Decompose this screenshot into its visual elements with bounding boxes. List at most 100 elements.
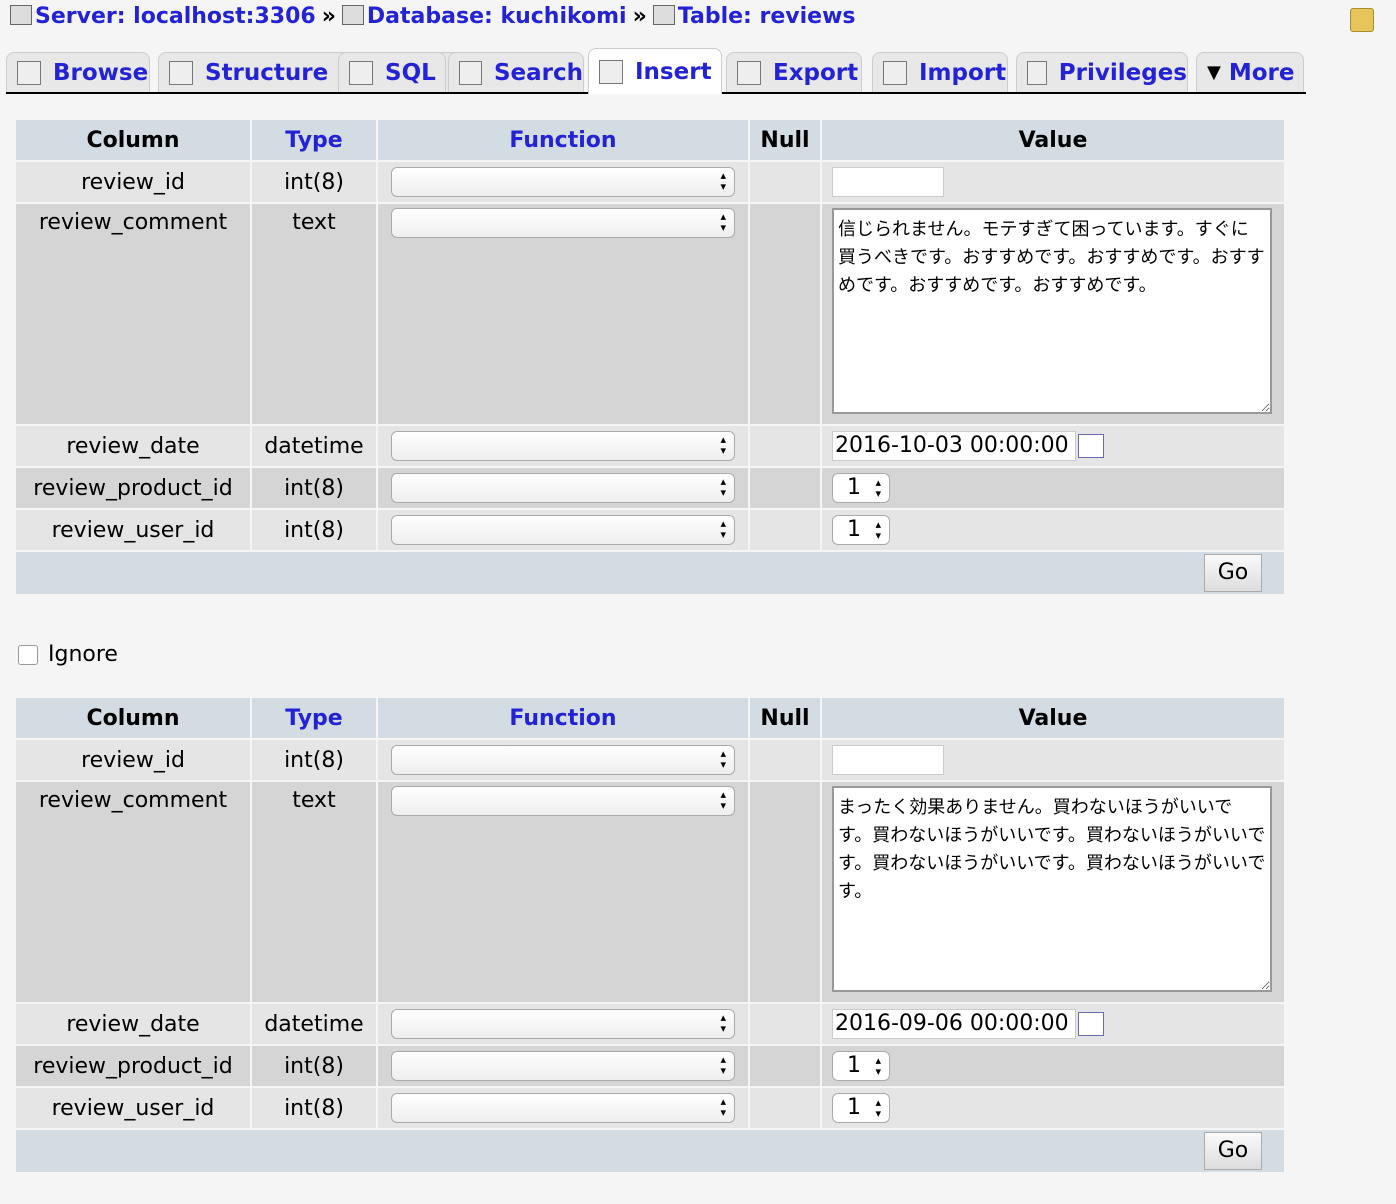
- header-row: Column Type Function Null Value: [16, 698, 1284, 738]
- column-type: int(8): [252, 510, 376, 550]
- null-cell: [750, 468, 820, 508]
- insert-icon: [599, 59, 623, 84]
- column-name: review_date: [16, 426, 250, 466]
- function-cell: [378, 426, 748, 466]
- header-row: Column Type Function Null Value: [16, 120, 1284, 160]
- value-header: Value: [822, 698, 1284, 738]
- tab-browse[interactable]: Browse: [6, 52, 150, 92]
- table-row: review_product_idint(8) 1: [16, 468, 1284, 508]
- table-row: review_commenttext まったく効果ありません。買わないほうがいいで…: [16, 782, 1284, 1002]
- function-cell: [378, 740, 748, 780]
- tab-label: Insert: [635, 58, 712, 85]
- insert-form-2: Column Type Function Null Value review_id int(…: [14, 696, 1286, 1174]
- column-name: review_user_id: [16, 510, 250, 550]
- value-cell: 1: [822, 1046, 1284, 1086]
- null-header: Null: [750, 698, 820, 738]
- review_product_id-stepper[interactable]: 1: [832, 1051, 890, 1081]
- function-select[interactable]: [391, 167, 735, 197]
- tab-sql[interactable]: SQL: [338, 52, 446, 92]
- tab-insert[interactable]: Insert: [588, 48, 722, 94]
- table-row: review_id int(8): [16, 162, 1284, 202]
- function-header[interactable]: Function: [378, 120, 748, 160]
- table-row: review_product_idint(8) 1: [16, 1046, 1284, 1086]
- null-cell: [750, 1004, 820, 1044]
- value-cell: まったく効果ありません。買わないほうがいいです。買わないほうがいいです。買わない…: [822, 782, 1284, 1002]
- column-name: review_date: [16, 1004, 250, 1044]
- review_date-input[interactable]: 2016-10-03 00:00:00: [832, 431, 1076, 461]
- review_date-input[interactable]: 2016-09-06 00:00:00: [832, 1009, 1076, 1039]
- value-cell: 1: [822, 1088, 1284, 1128]
- tab-label: Privileges: [1058, 59, 1187, 86]
- review_id-input[interactable]: [832, 745, 944, 775]
- column-name: review_comment: [16, 782, 250, 1002]
- tab-more[interactable]: ▼ More: [1196, 52, 1304, 92]
- review_user_id-stepper[interactable]: 1: [832, 1093, 890, 1123]
- column-type: int(8): [252, 740, 376, 780]
- value-cell: 信じられません。モテすぎて困っています。すぐに買うべきです。おすすめです。おすす…: [822, 204, 1284, 424]
- table-row: review_id int(8): [16, 740, 1284, 780]
- ignore-label: Ignore: [48, 642, 118, 667]
- function-cell: [378, 468, 748, 508]
- ignore-checkbox[interactable]: [18, 644, 38, 665]
- type-header[interactable]: Type: [252, 698, 376, 738]
- column-header: Column: [16, 698, 250, 738]
- breadcrumb-table[interactable]: Table: reviews: [678, 4, 856, 29]
- column-type: datetime: [252, 1004, 376, 1044]
- column-name: review_id: [16, 740, 250, 780]
- tab-label: Export: [773, 59, 859, 86]
- tab-label: Search: [493, 59, 583, 86]
- breadcrumb-server[interactable]: Server: localhost:3306: [35, 4, 316, 29]
- table-row: review_datedatetime 2016-09-06 00:00:00: [16, 1004, 1284, 1044]
- function-select[interactable]: [391, 515, 735, 545]
- null-cell: [750, 510, 820, 550]
- tab-search[interactable]: Search: [448, 52, 584, 92]
- tab-export[interactable]: Export: [726, 52, 862, 92]
- review_id-input[interactable]: [832, 167, 944, 197]
- review_comment-textarea[interactable]: まったく効果ありません。買わないほうがいいです。買わないほうがいいです。買わない…: [832, 786, 1272, 992]
- review_user_id-stepper[interactable]: 1: [832, 515, 890, 545]
- breadcrumb-separator: »: [321, 4, 336, 29]
- function-select[interactable]: [391, 473, 735, 503]
- column-name: review_id: [16, 162, 250, 202]
- function-cell: [378, 1004, 748, 1044]
- calendar-icon[interactable]: [1078, 434, 1104, 458]
- value-cell: 1: [822, 510, 1284, 550]
- tab-bar: Browse Structure SQL Search Insert Export Impo…: [6, 48, 1306, 94]
- function-select[interactable]: [391, 1093, 735, 1123]
- column-name: review_product_id: [16, 468, 250, 508]
- table-row: review_datedatetime 2016-10-03 00:00:00: [16, 426, 1284, 466]
- type-header[interactable]: Type: [252, 120, 376, 160]
- value-header: Value: [822, 120, 1284, 160]
- footer-row: Go: [16, 1130, 1284, 1172]
- null-cell: [750, 1088, 820, 1128]
- function-select[interactable]: [391, 208, 735, 238]
- table-row: review_user_idint(8) 1: [16, 1088, 1284, 1128]
- review_comment-textarea[interactable]: 信じられません。モテすぎて困っています。すぐに買うべきです。おすすめです。おすす…: [832, 208, 1272, 414]
- calendar-icon[interactable]: [1078, 1012, 1104, 1036]
- breadcrumb-database[interactable]: Database: kuchikomi: [367, 4, 627, 29]
- function-header[interactable]: Function: [378, 698, 748, 738]
- tab-import[interactable]: Import: [872, 52, 1008, 92]
- tab-label: More: [1228, 59, 1295, 86]
- function-select[interactable]: [391, 786, 735, 816]
- import-icon: [883, 60, 907, 85]
- value-cell: 1: [822, 468, 1284, 508]
- privileges-icon: [1027, 60, 1047, 85]
- go-button[interactable]: Go: [1204, 554, 1262, 592]
- function-select[interactable]: [391, 1009, 735, 1039]
- lock-icon: [1350, 8, 1374, 32]
- review_product_id-stepper[interactable]: 1: [832, 473, 890, 503]
- column-type: datetime: [252, 426, 376, 466]
- column-type: int(8): [252, 162, 376, 202]
- function-cell: [378, 782, 748, 1002]
- function-select[interactable]: [391, 431, 735, 461]
- function-select[interactable]: [391, 745, 735, 775]
- function-select[interactable]: [391, 1051, 735, 1081]
- footer-row: Go: [16, 552, 1284, 594]
- column-name: review_product_id: [16, 1046, 250, 1086]
- ignore-option[interactable]: Ignore: [18, 642, 118, 667]
- go-button[interactable]: Go: [1204, 1132, 1262, 1170]
- tab-privileges[interactable]: Privileges: [1016, 52, 1188, 92]
- null-cell: [750, 204, 820, 424]
- structure-icon: [169, 60, 193, 85]
